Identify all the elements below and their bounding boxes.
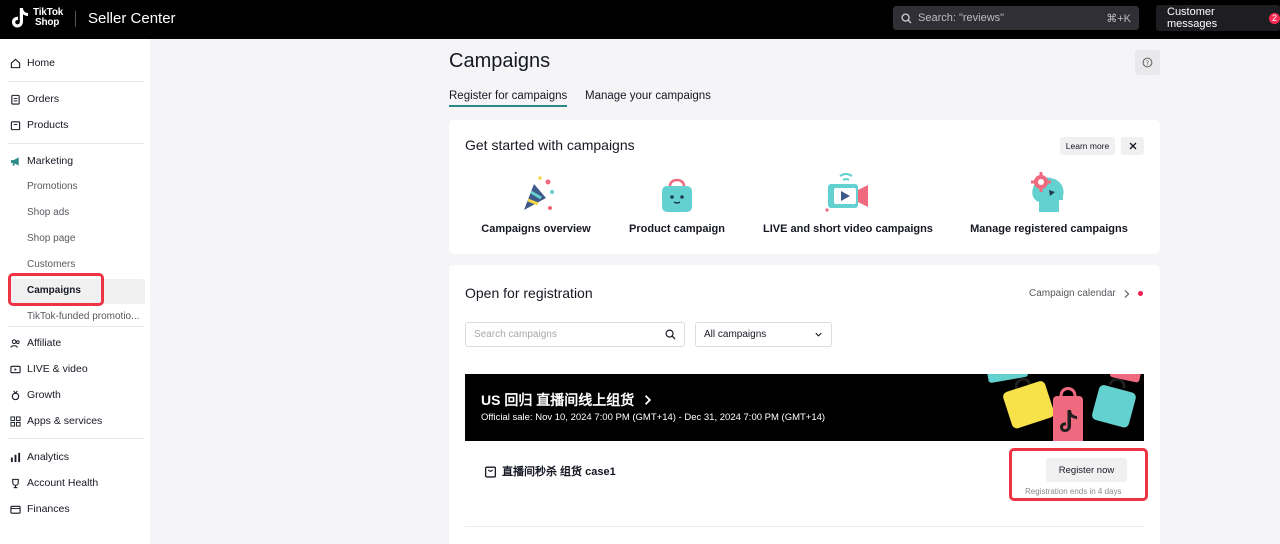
people-icon — [10, 338, 21, 349]
wallet-icon — [10, 504, 21, 515]
sidebar-item-growth[interactable]: Growth — [10, 386, 61, 404]
feature-label: Manage registered campaigns — [970, 223, 1128, 235]
medal-icon — [10, 390, 21, 401]
feature-label: Product campaign — [629, 223, 725, 235]
sidebar-divider — [8, 326, 144, 327]
sidebar-item-marketing[interactable]: Marketing — [10, 152, 73, 170]
feature-live-short-video-campaigns[interactable]: LIVE and short video campaigns — [763, 172, 933, 235]
shopping-bag-icon — [662, 178, 692, 212]
sidebar-label: Products — [27, 119, 69, 131]
search-placeholder: Search: "reviews" — [918, 12, 1005, 24]
sidebar-item-orders[interactable]: Orders — [10, 90, 59, 108]
feature-label: Campaigns overview — [481, 223, 591, 235]
list-divider — [465, 526, 1144, 527]
highlight-box-campaigns — [8, 273, 104, 306]
page-title: Campaigns — [449, 50, 551, 72]
megaphone-icon — [10, 156, 21, 167]
notification-dot — [1138, 291, 1143, 296]
sidebar-label: Analytics — [27, 451, 70, 463]
help-button[interactable]: ? — [1135, 50, 1160, 75]
party-popper-icon — [524, 176, 554, 210]
search-icon — [901, 12, 912, 24]
sidebar-item-promotions[interactable]: Promotions — [27, 179, 78, 195]
close-button[interactable] — [1121, 137, 1144, 155]
head-gear-icon — [1031, 172, 1064, 212]
logo-divider — [75, 11, 76, 27]
chevron-right-icon — [645, 395, 652, 405]
campaign-banner[interactable]: US 回归 直播间线上组货 Official sale: Nov 10, 202… — [465, 374, 1144, 441]
tab-register-for-campaigns[interactable]: Register for campaigns — [449, 90, 568, 107]
sidebar-label: Account Health — [27, 477, 99, 489]
svg-text:?: ? — [1146, 59, 1149, 67]
global-search[interactable]: Search: "reviews" ⌘+K — [893, 6, 1139, 30]
search-shortcut: ⌘+K — [1106, 12, 1131, 25]
sidebar-label: Growth — [27, 389, 61, 401]
feature-product-campaign[interactable]: Product campaign — [627, 172, 727, 235]
trophy-icon — [10, 478, 21, 489]
sidebar-item-tiktok-funded-promotions[interactable]: TikTok-funded promotio... — [27, 309, 139, 325]
sidebar-item-analytics[interactable]: Analytics — [10, 448, 69, 466]
message-count-badge: 2 — [1269, 12, 1280, 24]
sidebar-item-products[interactable]: Products — [10, 116, 68, 134]
feature-manage-registered-campaigns[interactable]: Manage registered campaigns — [968, 172, 1130, 235]
customer-messages-button[interactable]: Customer messages 2 — [1156, 5, 1280, 31]
home-icon — [10, 58, 21, 69]
banner-title: US 回归 直播间线上组货 — [481, 392, 635, 408]
campaign-calendar-link[interactable]: Campaign calendar — [1029, 288, 1132, 299]
bar-chart-icon — [10, 452, 21, 463]
get-started-title: Get started with campaigns — [465, 137, 635, 153]
search-icon — [665, 329, 676, 340]
campaign-name: 直播间秒杀 组货 case1 — [502, 466, 616, 478]
customer-messages-label: Customer messages — [1167, 6, 1218, 30]
shopping-bag-outline-icon — [484, 466, 497, 478]
sidebar-label: Apps & services — [27, 415, 103, 427]
banner-bags-illustration — [986, 374, 1142, 441]
sidebar-label: Finances — [27, 503, 70, 515]
open-registration-title: Open for registration — [465, 285, 593, 301]
campaign-filter-select[interactable]: All campaigns — [695, 322, 832, 347]
tiktok-shop-logo[interactable]: TikTok Shop — [10, 7, 63, 29]
sidebar-item-home[interactable]: Home — [10, 54, 55, 72]
box-icon — [10, 120, 21, 131]
tab-manage-your-campaigns[interactable]: Manage your campaigns — [585, 90, 711, 102]
campaign-filter-value: All campaigns — [704, 329, 767, 340]
banner-subtitle: Official sale: Nov 10, 2024 7:00 PM (GMT… — [481, 412, 826, 423]
apps-grid-icon — [10, 415, 21, 427]
search-campaigns-placeholder: Search campaigns — [474, 329, 557, 340]
sidebar-item-shop-ads[interactable]: Shop ads — [27, 205, 69, 221]
video-camera-icon — [825, 173, 868, 212]
app-title: Seller Center — [88, 10, 176, 27]
sidebar-label: LIVE & video — [27, 363, 88, 375]
feature-label: LIVE and short video campaigns — [763, 223, 933, 235]
campaign-list-item[interactable]: 直播间秒杀 组货 case1 — [484, 463, 616, 479]
sidebar-divider — [8, 438, 144, 439]
chevron-down-icon — [815, 332, 822, 337]
sidebar-item-live-video[interactable]: LIVE & video — [10, 360, 88, 378]
sidebar-item-apps-services[interactable]: Apps & services — [10, 412, 102, 430]
sidebar-item-affiliate[interactable]: Affiliate — [10, 334, 61, 352]
close-icon — [1129, 142, 1136, 150]
sidebar-label: Marketing — [27, 155, 74, 167]
sidebar-label: Affiliate — [27, 337, 62, 349]
sidebar-item-finances[interactable]: Finances — [10, 500, 70, 518]
clipboard-icon — [10, 94, 21, 105]
logo-line-2: Shop — [35, 17, 60, 28]
sidebar-divider — [8, 81, 144, 82]
sidebar-item-customers[interactable]: Customers — [27, 257, 75, 273]
learn-more-button[interactable]: Learn more — [1060, 137, 1115, 155]
sidebar-item-account-health[interactable]: Account Health — [10, 474, 98, 492]
campaign-calendar-label: Campaign calendar — [1029, 288, 1116, 299]
tiktok-logo-icon — [12, 8, 28, 28]
search-campaigns-input[interactable]: Search campaigns — [465, 322, 685, 347]
feature-campaigns-overview[interactable]: Campaigns overview — [481, 172, 591, 235]
chevron-right-icon — [1124, 289, 1130, 298]
sidebar-divider — [8, 143, 144, 144]
sidebar-label: Orders — [27, 93, 60, 105]
video-icon — [10, 364, 21, 375]
top-bar: TikTok Shop Seller Center Search: "revie… — [0, 0, 1280, 39]
sidebar-item-shop-page[interactable]: Shop page — [27, 231, 75, 247]
help-circle-icon: ? — [1142, 57, 1153, 68]
sidebar-label: Home — [27, 57, 56, 69]
highlight-box-register — [1009, 448, 1148, 501]
